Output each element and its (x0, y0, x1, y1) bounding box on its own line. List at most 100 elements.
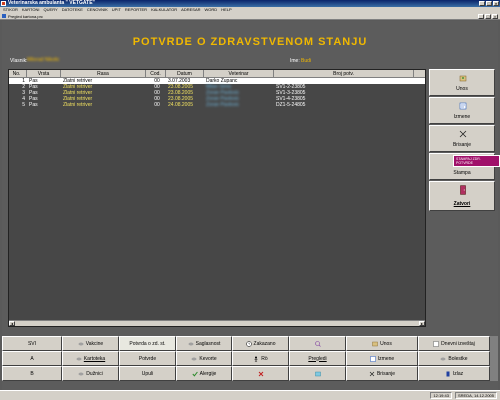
dnevni-izvestaj-label: Dnevni izveštaj (441, 340, 475, 347)
filter-b-button[interactable]: B (2, 366, 62, 381)
delete-icon (369, 371, 375, 376)
doc-maximize-button[interactable]: □ (485, 14, 491, 19)
zatvori-label: Zatvori (453, 201, 471, 207)
cell-datum: 24.08.2005 (168, 102, 194, 108)
certificates-table: No. Vrsta Rasa Cod. Datum Veterinar Broj… (8, 69, 426, 327)
bolestke-button[interactable]: Bolestke (418, 351, 490, 366)
izmene-button[interactable]: Izmene (429, 97, 495, 124)
col-datum[interactable]: Datum (166, 70, 204, 77)
bottom-unos-button[interactable]: Unos (346, 336, 418, 351)
zatvori-button[interactable]: Zatvori (429, 181, 495, 211)
col-cod[interactable]: Cod. (146, 70, 166, 77)
filter-a-label: A (30, 355, 34, 362)
document-titlebar: Pregled kartona.prc _ □ × (0, 13, 500, 20)
filter-svi-button[interactable]: SVI (2, 336, 62, 351)
kevorte-button[interactable]: Kevorte (176, 351, 232, 366)
doc-close-button[interactable]: × (492, 14, 498, 19)
folder-icon (76, 357, 82, 360)
door-icon (460, 185, 466, 195)
add-icon (372, 341, 378, 346)
bottom-izmene-button[interactable]: Izmene (346, 351, 418, 366)
izlaz-button[interactable]: Izlaz (418, 366, 490, 381)
filter-svi-label: SVI (27, 340, 37, 347)
bolestke-label: Bolestke (448, 355, 468, 362)
zoom-button[interactable] (289, 336, 346, 351)
list-icon (440, 357, 446, 360)
unos-button[interactable]: Unos (429, 69, 495, 96)
duznici-label: Dužnici (86, 370, 103, 377)
potvrde-button[interactable]: Potvrde (119, 351, 176, 366)
close-button[interactable]: × (493, 1, 499, 6)
table-row[interactable]: 5 Pas Zlatni retriver 00 24.08.2005 Zora… (9, 102, 425, 108)
bottom-izmene-label: Izmene (377, 355, 395, 362)
status-time: 12:19:43 (430, 392, 452, 399)
horizontal-scrollbar[interactable]: ◂ ▸ (9, 320, 425, 326)
brisanje-button[interactable]: Brisanje (429, 125, 495, 152)
cell-broj-potv: DZ1-5-24805 (276, 102, 306, 108)
bottom-unos-label: Unos (380, 340, 392, 347)
door-icon (446, 371, 450, 376)
potvrda-zd-st-button[interactable]: Potvrda o zd. st. (119, 336, 176, 351)
syringe-icon (78, 342, 84, 345)
cancel-button[interactable] (232, 366, 289, 381)
owner-value: Milorad Nikolic (27, 57, 60, 63)
filter-a-button[interactable]: A (2, 351, 62, 366)
maximize-button[interactable]: □ (486, 1, 492, 6)
col-rasa[interactable]: Rasa (61, 70, 146, 77)
check-icon (192, 371, 198, 377)
cell-veterinar: Zoran Pavlovic (206, 102, 240, 108)
person-icon (254, 356, 258, 362)
saglasnost-label: Saglasnost (195, 340, 221, 347)
duznici-button[interactable]: Dužnici (62, 366, 119, 381)
status-bar: 12:19:43 SREDA, 14.12.2005 (0, 390, 500, 400)
minimize-button[interactable]: _ (479, 1, 485, 6)
zakazano-label: Zakazano (253, 340, 276, 347)
app-icon (1, 1, 6, 6)
delete-icon (459, 130, 467, 138)
potvrda-zd-st-label: Potvrda o zd. st. (129, 340, 166, 347)
pregledi-button[interactable]: Pregledi (289, 351, 346, 366)
vakcine-label: Vakcine (85, 340, 104, 347)
zoom-icon (314, 340, 321, 347)
filter-b-label: B (30, 370, 34, 377)
window-titlebar: Veterinarska ambulanta " VETGATE" _ □ × (0, 0, 500, 7)
add-icon (459, 75, 467, 82)
doc-minimize-button[interactable]: _ (478, 14, 484, 19)
col-veterinar[interactable]: Veterinar (204, 70, 274, 77)
pet-name-label: Ime: (290, 58, 300, 64)
alergije-label: Alergije (199, 370, 217, 377)
document-title: Pregled kartona.prc (8, 14, 43, 19)
stampa-label: Stampa (453, 170, 471, 176)
vakcine-button[interactable]: Vakcine (62, 336, 119, 351)
upuli-label: Upuli (141, 370, 154, 377)
kartoteka-button[interactable]: Kartoteka (62, 351, 119, 366)
pregledi-label: Pregledi (308, 355, 327, 362)
table-button[interactable] (289, 366, 346, 381)
col-broj-potv[interactable]: Broj potv. (274, 70, 414, 77)
cell-vrsta: Pas (29, 102, 38, 108)
owner-label: Vlasnik: (10, 58, 28, 64)
table-header: No. Vrsta Rasa Cod. Datum Veterinar Broj… (9, 70, 425, 78)
side-toolbar: Unos Izmene Brisanje Stampa Zatvori (429, 69, 495, 212)
status-date: SREDA, 14.12.2005 (454, 392, 497, 399)
col-vrsta[interactable]: Vrsta (27, 70, 61, 77)
zakazano-button[interactable]: Zakazano (232, 336, 289, 351)
upuli-button[interactable]: Upuli (119, 366, 176, 381)
ro-button[interactable]: Rö (232, 351, 289, 366)
unos-label: Unos (456, 86, 468, 92)
document-icon (2, 14, 6, 18)
bottom-brisanje-button[interactable]: Brisanje (346, 366, 418, 381)
saglasnost-button[interactable]: Saglasnost (176, 336, 232, 351)
brisanje-label: Brisanje (452, 142, 472, 148)
main-panel: POTVRDE O ZDRAVSTVENOM STANJU Vlasnik: M… (2, 21, 498, 390)
table-icon (314, 371, 321, 376)
col-no[interactable]: No. (9, 70, 27, 77)
dnevni-izvestaj-button[interactable]: Dnevni izveštaj (418, 336, 490, 351)
bottom-brisanje-label: Brisanje (376, 370, 396, 377)
scroll-right-icon[interactable]: ▸ (419, 321, 425, 326)
cross-icon (258, 371, 263, 376)
izmene-label: Izmene (453, 114, 471, 120)
scroll-left-icon[interactable]: ◂ (9, 321, 15, 326)
bottom-toolbar: SVI Vakcine Potvrda o zd. st. Saglasnost… (2, 336, 498, 381)
alergije-button[interactable]: Alergije (176, 366, 232, 381)
